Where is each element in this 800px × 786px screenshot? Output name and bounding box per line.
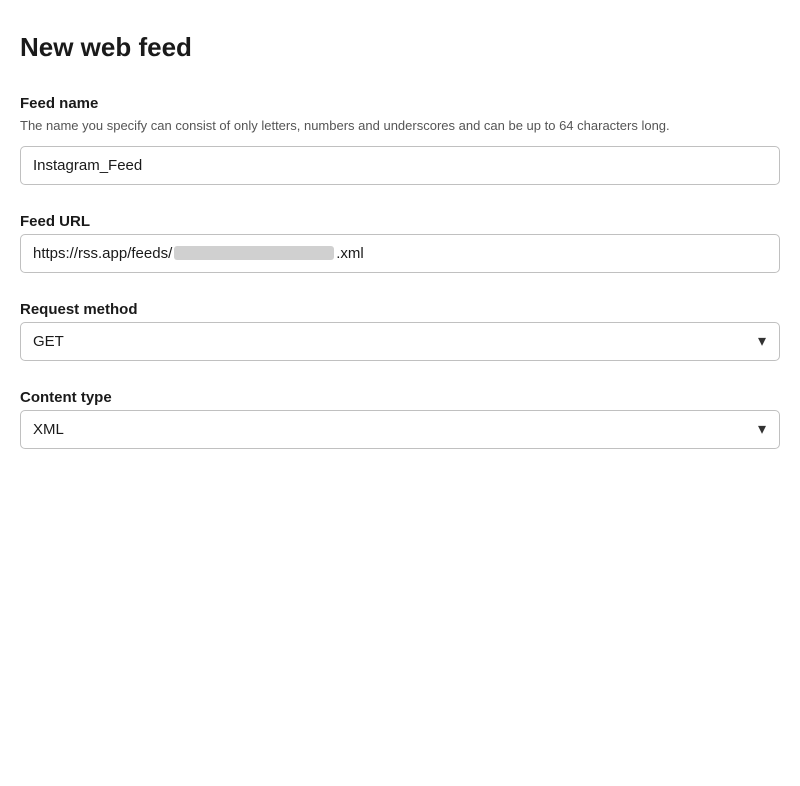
url-redacted-part	[174, 246, 334, 260]
feed-url-label: Feed URL	[20, 213, 780, 230]
content-type-select[interactable]: XML JSON HTML TEXT	[20, 410, 780, 449]
feed-name-section: Feed name The name you specify can consi…	[20, 95, 780, 185]
page-title: New web feed	[20, 32, 780, 63]
feed-url-section: Feed URL https://rss.app/feeds/ .xml	[20, 213, 780, 273]
feed-name-label: Feed name	[20, 95, 780, 112]
feed-name-input[interactable]	[20, 146, 780, 185]
request-method-select[interactable]: GET POST PUT DELETE	[20, 322, 780, 361]
content-type-section: Content type XML JSON HTML TEXT ▾	[20, 389, 780, 449]
feed-name-description: The name you specify can consist of only…	[20, 116, 780, 136]
feed-url-display[interactable]: https://rss.app/feeds/ .xml	[20, 234, 780, 273]
url-prefix: https://rss.app/feeds/	[33, 245, 172, 262]
request-method-wrapper: GET POST PUT DELETE ▾	[20, 322, 780, 361]
request-method-label: Request method	[20, 301, 780, 318]
url-suffix: .xml	[336, 245, 364, 262]
content-type-wrapper: XML JSON HTML TEXT ▾	[20, 410, 780, 449]
content-type-label: Content type	[20, 389, 780, 406]
request-method-section: Request method GET POST PUT DELETE ▾	[20, 301, 780, 361]
